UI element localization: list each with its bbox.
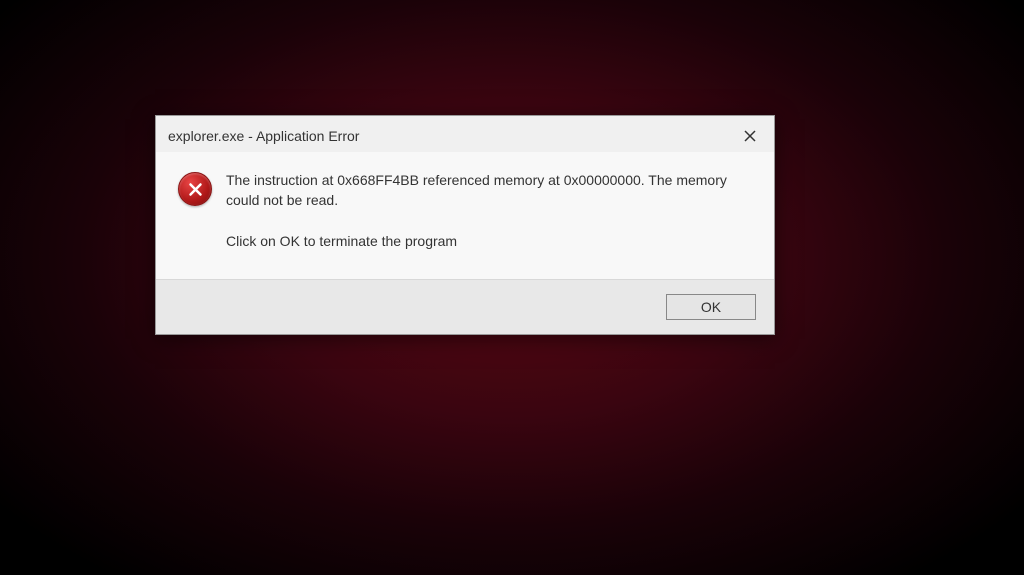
close-icon (744, 130, 756, 142)
error-dialog: explorer.exe - Application Error The ins… (155, 115, 775, 335)
dialog-content: The instruction at 0x668FF4BB referenced… (156, 152, 774, 279)
dialog-title: explorer.exe - Application Error (168, 128, 359, 144)
titlebar: explorer.exe - Application Error (156, 116, 774, 152)
error-message-main: The instruction at 0x668FF4BB referenced… (226, 170, 752, 211)
ok-button[interactable]: OK (666, 294, 756, 320)
error-icon-wrap (178, 170, 212, 251)
close-button[interactable] (736, 124, 764, 148)
error-message-instruction: Click on OK to terminate the program (226, 231, 752, 251)
button-bar: OK (156, 279, 774, 334)
error-icon (178, 172, 212, 206)
message-area: The instruction at 0x668FF4BB referenced… (226, 170, 752, 251)
